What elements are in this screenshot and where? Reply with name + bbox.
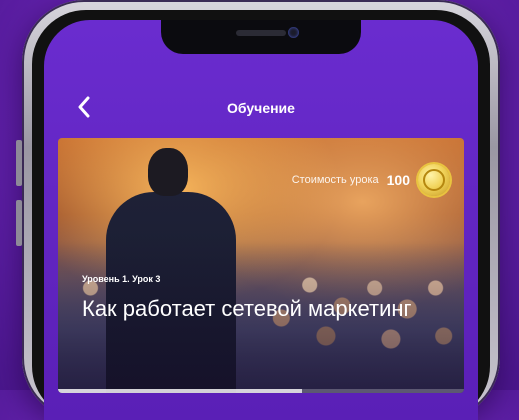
phone-side-button bbox=[16, 200, 22, 246]
lesson-meta: Уровень 1. Урок 3 bbox=[82, 274, 161, 284]
lesson-card[interactable]: Стоимость урока 100 Уровень 1. Урок 3 Ка… bbox=[58, 138, 464, 393]
coin-icon bbox=[418, 164, 450, 196]
lesson-price: Стоимость урока 100 bbox=[292, 164, 450, 196]
phone-bezel: Обучение Стоимость урока 100 Уровень 1. … bbox=[32, 10, 490, 420]
app-screen: Обучение Стоимость урока 100 Уровень 1. … bbox=[44, 20, 478, 420]
speaker-grille bbox=[236, 30, 286, 36]
page-title: Обучение bbox=[227, 100, 295, 116]
price-value: 100 bbox=[386, 172, 410, 188]
phone-side-button bbox=[16, 140, 22, 186]
phone-mockup: Обучение Стоимость урока 100 Уровень 1. … bbox=[16, 0, 500, 420]
price-label: Стоимость урока bbox=[291, 174, 379, 186]
camera-icon bbox=[288, 27, 299, 38]
lesson-title: Как работает сетевой маркетинг bbox=[82, 296, 412, 321]
phone-notch bbox=[161, 20, 361, 54]
